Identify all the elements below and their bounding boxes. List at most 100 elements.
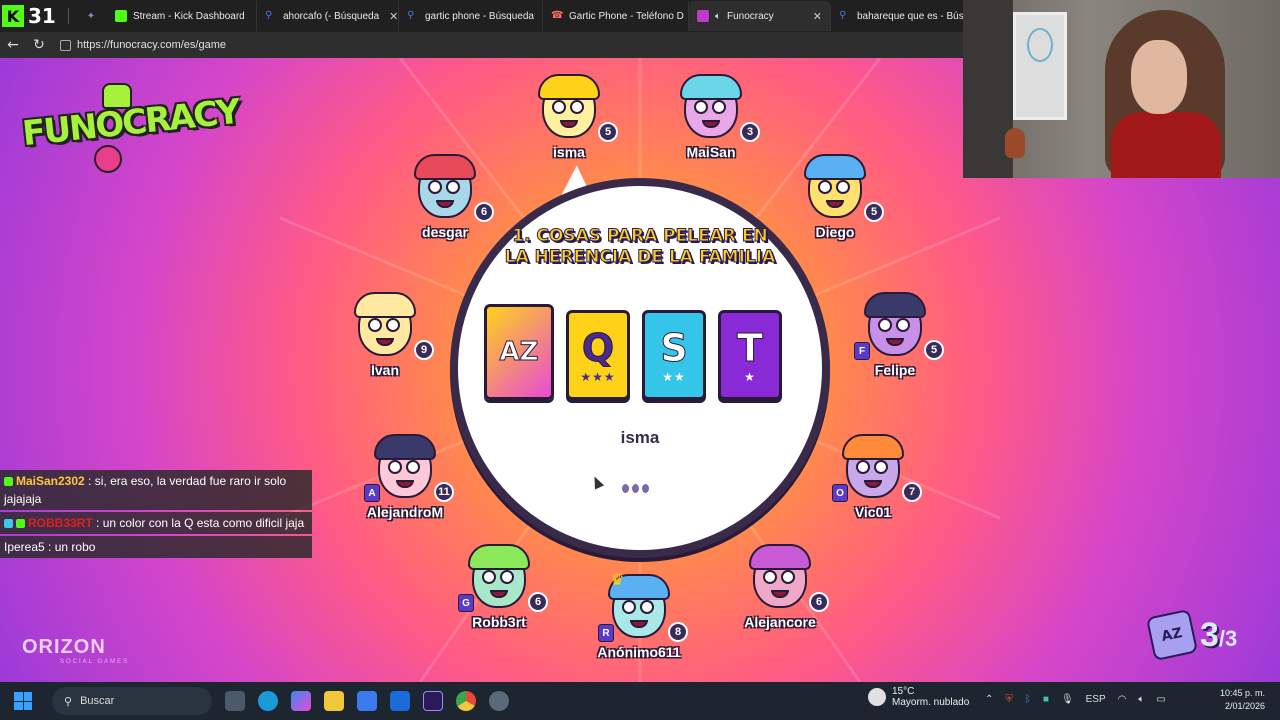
player-hair — [414, 154, 476, 180]
player-name: isma — [553, 144, 585, 160]
typing-indicator — [622, 484, 649, 493]
player-name: Vic01 — [854, 504, 892, 520]
chrome-icon[interactable] — [456, 691, 476, 711]
outlook-icon[interactable] — [390, 691, 410, 711]
card-q[interactable]: Q ★★★ — [566, 310, 630, 400]
player-0: 5 isma — [514, 74, 624, 174]
system-tray: ⌃ ⛨ ᛒ ■ 🎙︎ ESP ◠ 🔈︎ ▭ — [985, 694, 1166, 705]
url-field[interactable]: https://funocracy.com/es/game — [60, 39, 226, 51]
address-bar: ← ↻ https://funocracy.com/es/game — [0, 32, 963, 58]
bluetooth-icon[interactable]: ᛒ — [1025, 694, 1031, 705]
close-tab-icon[interactable]: ✕ — [389, 10, 398, 23]
card-az[interactable]: AZ — [484, 304, 554, 400]
search-favicon-icon: ⚲ — [407, 10, 415, 21]
player-letter-badge: G — [458, 594, 474, 612]
card-letter: S — [660, 326, 688, 371]
volume-icon[interactable]: 🔈︎ — [1138, 694, 1144, 705]
round-counter: 3/3 — [1200, 616, 1237, 655]
task-view-icon[interactable] — [225, 691, 245, 711]
chat-user: ROBB33RT — [28, 516, 93, 530]
reload-icon[interactable]: ↻ — [26, 37, 52, 53]
weather-widget[interactable]: 15°C Mayorm. nublado — [868, 686, 969, 708]
browser-tabbar: K 31 ✦ Stream - Kick Dashboard ✕ ⚲ ahorc… — [0, 0, 963, 32]
clock[interactable]: 10:45 p. m. 2/01/2026 — [1220, 687, 1265, 713]
player-score: 6 — [474, 202, 494, 222]
chat-separator: : — [44, 540, 55, 554]
player-eye — [446, 180, 460, 194]
speaker-icon[interactable]: 🔈︎ — [715, 11, 721, 22]
file-explorer-icon[interactable] — [324, 691, 344, 711]
kick-favicon-icon — [115, 10, 127, 22]
tab-label: bahareque que es - Búsq — [857, 10, 963, 22]
tab-funocracy[interactable]: 🔈︎ Funocracy ✕ — [689, 1, 831, 31]
player-score: 6 — [809, 592, 829, 612]
tab-count[interactable]: 31 — [28, 4, 62, 28]
player-score: 3 — [740, 122, 760, 142]
chat-badge-icon — [4, 519, 13, 529]
pinned-tab-icon[interactable]: ✦ — [81, 8, 101, 24]
store-icon[interactable] — [357, 691, 377, 711]
player-score: 6 — [528, 592, 548, 612]
player-3: 6 desgar — [390, 154, 500, 254]
tab-label: gartic phone - Búsqueda — [425, 10, 534, 22]
chat-user: MaiSan2302 — [16, 474, 85, 488]
player-name: Ivan — [370, 362, 399, 378]
edge-icon[interactable] — [258, 691, 278, 711]
site-info-icon[interactable] — [60, 39, 71, 51]
card-stars: ★★★ — [580, 370, 616, 384]
chat-separator: : — [92, 516, 103, 530]
player-2: 5 Diego — [780, 154, 890, 254]
tab-ahorcado-search[interactable]: ⚲ ahorcafo (- Búsqueda ✕ — [257, 1, 399, 31]
streamer-shirt — [1111, 112, 1221, 178]
mic-icon[interactable]: 🎙︎ — [1061, 694, 1074, 705]
wifi-icon[interactable]: ◠ — [1118, 694, 1127, 705]
tab-kick-dashboard[interactable]: Stream - Kick Dashboard ✕ — [107, 1, 257, 31]
player-9: ♛ R 8 Anónimo611 — [584, 570, 694, 674]
tab-gartic-search[interactable]: ⚲ gartic phone - Búsqueda ✕ — [399, 1, 543, 31]
weather-description: Mayorm. nublado — [892, 697, 970, 708]
player-eye — [388, 460, 402, 474]
copilot-icon[interactable] — [291, 691, 311, 711]
chat-message: ROBB33RT : un color con la Q esta como d… — [0, 512, 312, 534]
round-current: 3 — [1200, 615, 1219, 654]
player-name: desgar — [422, 224, 468, 240]
player-eye — [368, 318, 382, 332]
card-s[interactable]: S ★★ — [642, 310, 706, 400]
card-t[interactable]: T ★ — [718, 310, 782, 400]
premiere-icon[interactable] — [423, 691, 443, 711]
player-letter-badge: R — [598, 624, 614, 642]
current-player-name: isma — [620, 428, 660, 447]
battery-icon[interactable]: ▭ — [1156, 694, 1165, 705]
shield-icon[interactable]: ⛨ — [1005, 694, 1013, 705]
player-eye — [836, 180, 850, 194]
player-hair — [538, 74, 600, 100]
app-tray-icon[interactable]: ■ — [1043, 694, 1049, 705]
player-name: Alejancore — [744, 614, 816, 630]
letter-cards: AZ Q ★★★ S ★★ T ★ — [484, 304, 782, 400]
tab-gartic-phone[interactable]: ☎ Gartic Phone - Teléfono D ✕ — [543, 1, 689, 31]
close-tab-icon[interactable]: ✕ — [813, 10, 822, 23]
player-hair — [842, 434, 904, 460]
round-total: /3 — [1218, 625, 1238, 651]
back-icon[interactable]: ← — [0, 37, 26, 53]
player-score: 5 — [864, 202, 884, 222]
language-indicator[interactable]: ESP — [1086, 694, 1106, 705]
tab-label: Gartic Phone - Teléfono D — [569, 10, 684, 22]
orizon-brand-sub: SOCIAL GAMES — [60, 659, 130, 665]
player-eye — [386, 318, 400, 332]
chevron-up-icon[interactable]: ⌃ — [985, 694, 993, 705]
player-name: Diego — [815, 224, 855, 240]
chat-message: MaiSan2302 : si, era eso, la verdad fue … — [0, 470, 312, 510]
windows-start-icon[interactable] — [14, 692, 32, 710]
player-letter-badge: O — [832, 484, 848, 502]
player-name: Anónimo611 — [597, 644, 681, 660]
settings-icon[interactable] — [489, 691, 509, 711]
player-eye — [694, 100, 708, 114]
chat-text: un color con la Q esta como dificil jaja — [102, 516, 305, 530]
card-stars: ★★ — [662, 370, 686, 384]
tab-bahareque-search[interactable]: ⚲ bahareque que es - Búsq — [831, 1, 963, 31]
chat-message: Iperea5 : un robo — [0, 536, 312, 558]
taskbar-search[interactable]: ⚲ Buscar — [52, 687, 212, 715]
player-eye — [500, 570, 514, 584]
player-10: 6 Alejancore — [725, 544, 835, 644]
